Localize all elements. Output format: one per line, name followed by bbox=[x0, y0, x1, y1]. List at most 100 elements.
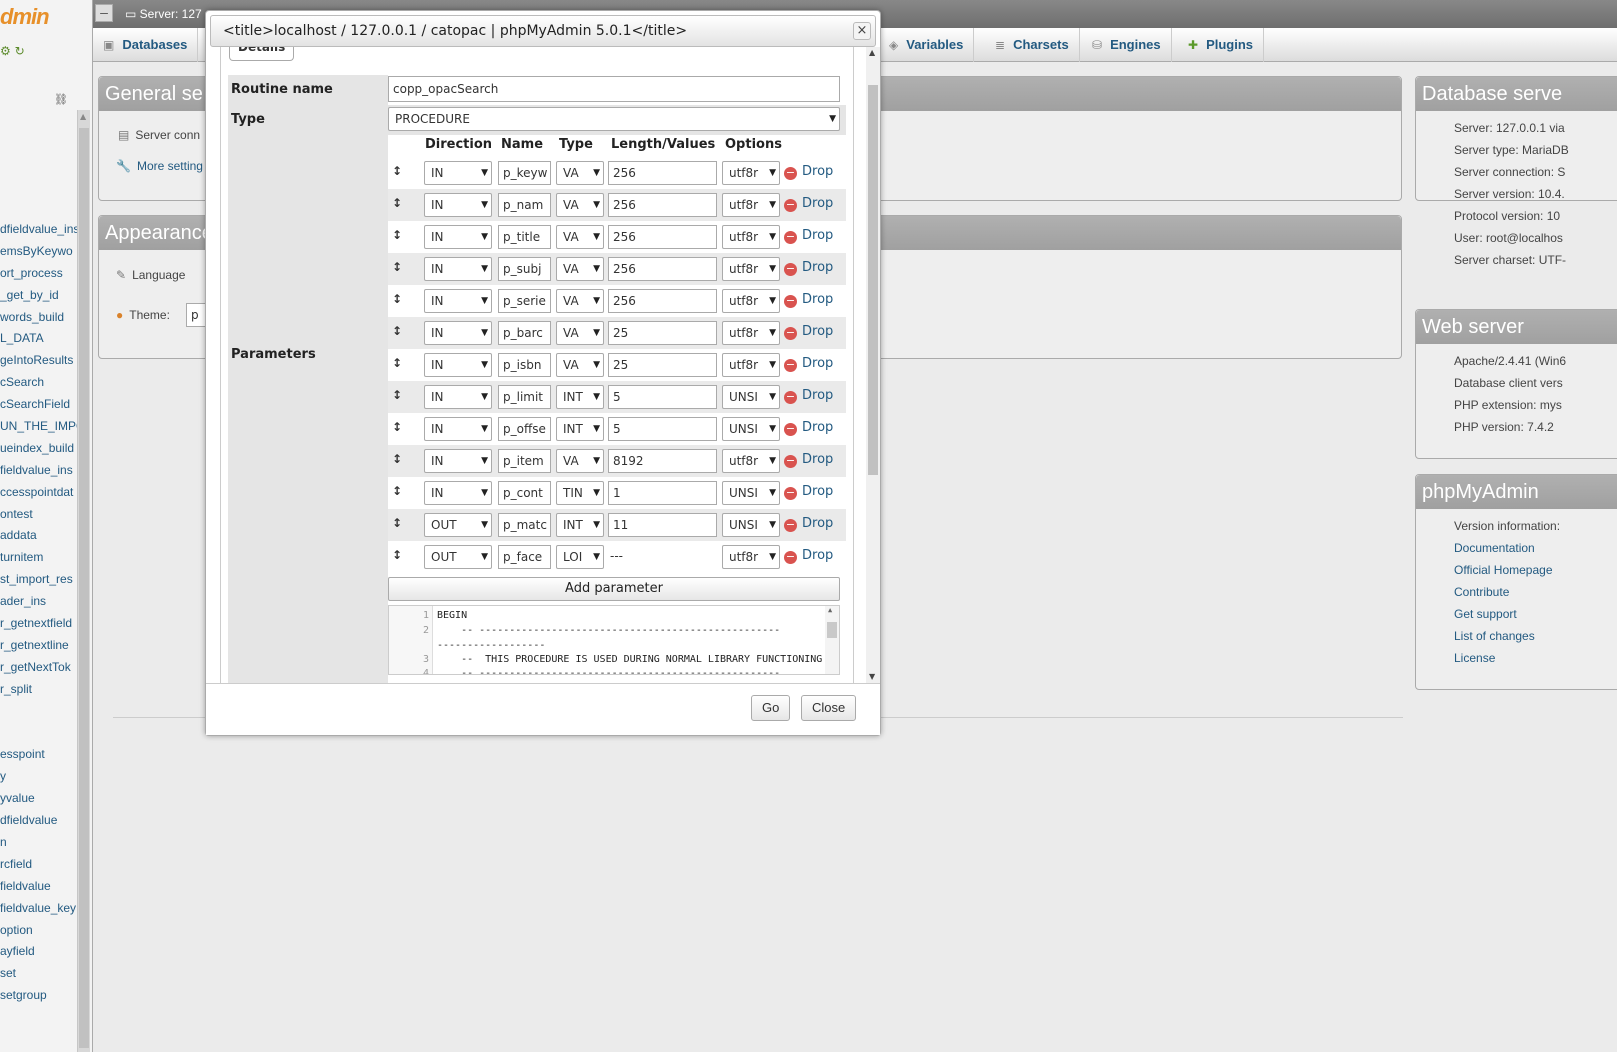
drop-param-link[interactable]: − Drop bbox=[784, 292, 833, 308]
nav-tree-item[interactable]: option bbox=[0, 920, 77, 942]
nav-tree-item[interactable]: geIntoResults bbox=[0, 350, 77, 372]
drag-handle-icon[interactable]: ↕ bbox=[392, 324, 402, 338]
nav-tree-item[interactable]: cSearch bbox=[0, 372, 77, 394]
nav-tree-item[interactable]: fieldvalue_key bbox=[0, 898, 77, 920]
drag-handle-icon[interactable]: ↕ bbox=[392, 420, 402, 434]
info-link[interactable]: Documentation bbox=[1454, 537, 1617, 559]
info-link[interactable]: Contribute bbox=[1454, 581, 1617, 603]
scroll-up-icon[interactable]: ▲ bbox=[80, 112, 86, 121]
nav-tree-item[interactable]: ueindex_build bbox=[0, 438, 77, 460]
param-length-input[interactable]: 256 bbox=[608, 257, 717, 281]
drop-param-link[interactable]: − Drop bbox=[784, 484, 833, 500]
drop-param-link[interactable]: − Drop bbox=[784, 196, 833, 212]
collapse-icon[interactable]: – bbox=[95, 4, 113, 22]
param-name-input[interactable]: p_matc bbox=[498, 513, 551, 537]
param-direction-select[interactable]: IN ▼ bbox=[424, 225, 492, 249]
nav-tree-item[interactable]: dfieldvalue_ins bbox=[0, 219, 77, 241]
nav-tree-item[interactable]: st_import_res bbox=[0, 569, 77, 591]
param-direction-select[interactable]: OUT ▼ bbox=[424, 513, 492, 537]
drop-param-link[interactable]: − Drop bbox=[784, 452, 833, 468]
param-name-input[interactable]: p_cont bbox=[498, 481, 551, 505]
dialog-scrollbar[interactable]: ▲ ▼ bbox=[866, 47, 880, 683]
nav-tree-item[interactable]: r_getNextTok bbox=[0, 657, 77, 679]
routine-definition-editor[interactable]: 1 BEGIN 2 -- -----------------------------… bbox=[388, 605, 840, 675]
nav-tree-item[interactable]: ort_process bbox=[0, 263, 77, 285]
nav-tree-item[interactable]: ayfield bbox=[0, 941, 77, 963]
param-name-input[interactable]: p_isbn bbox=[498, 353, 551, 377]
param-options-select[interactable]: UNSI ▼ bbox=[722, 481, 780, 505]
param-name-input[interactable]: p_barc bbox=[498, 321, 551, 345]
nav-scrollbar[interactable]: ▲ bbox=[77, 110, 90, 1052]
param-direction-select[interactable]: IN ▼ bbox=[424, 289, 492, 313]
param-options-select[interactable]: utf8r ▼ bbox=[722, 161, 780, 185]
nav-tree-item[interactable]: emsByKeywo bbox=[0, 241, 77, 263]
tab-engines[interactable]: ⛁ Engines bbox=[1082, 28, 1172, 62]
param-length-input[interactable]: 256 bbox=[608, 193, 717, 217]
param-length-input[interactable]: 8192 bbox=[608, 449, 717, 473]
nav-tree-item[interactable]: fieldvalue bbox=[0, 876, 77, 898]
drop-param-link[interactable]: − Drop bbox=[784, 548, 833, 564]
breadcrumb-server[interactable]: ▭ Server: 127 bbox=[125, 7, 202, 21]
param-direction-select[interactable]: IN ▼ bbox=[424, 481, 492, 505]
param-options-select[interactable]: utf8r ▼ bbox=[722, 257, 780, 281]
param-name-input[interactable]: p_keyw bbox=[498, 161, 551, 185]
phpmyadmin-logo[interactable]: dmin bbox=[0, 4, 50, 30]
drop-param-link[interactable]: − Drop bbox=[784, 260, 833, 276]
param-direction-select[interactable]: IN ▼ bbox=[424, 257, 492, 281]
param-length-input[interactable]: 1 bbox=[608, 481, 717, 505]
param-length-input[interactable]: 25 bbox=[608, 353, 717, 377]
param-type-select[interactable]: VA ▼ bbox=[556, 193, 604, 217]
nav-tree-item[interactable]: L_DATA bbox=[0, 328, 77, 350]
drag-handle-icon[interactable]: ↕ bbox=[392, 388, 402, 402]
nav-tree-item[interactable]: dfieldvalue bbox=[0, 810, 77, 832]
scroll-up-icon[interactable]: ▲ bbox=[869, 48, 875, 57]
close-button[interactable]: Close bbox=[801, 695, 857, 721]
param-type-select[interactable]: VA ▼ bbox=[556, 257, 604, 281]
param-options-select[interactable]: UNSI ▼ bbox=[722, 513, 780, 537]
nav-tree-item[interactable]: _get_by_id bbox=[0, 285, 77, 307]
tab-charsets[interactable]: ≣ Charsets bbox=[985, 28, 1080, 62]
tab-databases[interactable]: ▣ Databases bbox=[93, 28, 199, 62]
tab-plugins[interactable]: ✚ Plugins bbox=[1178, 28, 1265, 62]
more-settings-row[interactable]: 🔧 More setting bbox=[116, 159, 203, 173]
tab-variables[interactable]: ◈ Variables bbox=[879, 28, 975, 62]
param-type-select[interactable]: VA ▼ bbox=[556, 161, 604, 185]
nav-tree-item[interactable]: ccesspointdat bbox=[0, 482, 77, 504]
drag-handle-icon[interactable]: ↕ bbox=[392, 484, 402, 498]
param-name-input[interactable]: p_item bbox=[498, 449, 551, 473]
param-name-input[interactable]: p_limit bbox=[498, 385, 551, 409]
scroll-down-icon[interactable]: ▼ bbox=[869, 672, 875, 681]
info-link[interactable]: List of changes bbox=[1454, 625, 1617, 647]
param-direction-select[interactable]: IN ▼ bbox=[424, 161, 492, 185]
param-options-select[interactable]: utf8r ▼ bbox=[722, 321, 780, 345]
param-type-select[interactable]: VA ▼ bbox=[556, 225, 604, 249]
nav-tree-item[interactable]: UN_THE_IMPO bbox=[0, 416, 77, 438]
nav-tree-item[interactable]: ader_ins bbox=[0, 591, 77, 613]
param-options-select[interactable]: utf8r ▼ bbox=[722, 353, 780, 377]
param-length-input[interactable]: 5 bbox=[608, 385, 717, 409]
param-direction-select[interactable]: IN ▼ bbox=[424, 417, 492, 441]
param-type-select[interactable]: VA ▼ bbox=[556, 289, 604, 313]
param-length-input[interactable]: 11 bbox=[608, 513, 717, 537]
param-direction-select[interactable]: OUT ▼ bbox=[424, 545, 492, 569]
info-link[interactable]: Official Homepage bbox=[1454, 559, 1617, 581]
add-parameter-button[interactable]: Add parameter bbox=[388, 577, 840, 601]
drop-param-link[interactable]: − Drop bbox=[784, 164, 833, 180]
dialog-titlebar[interactable]: <title>localhost / 127.0.0.1 / catopac |… bbox=[210, 15, 876, 47]
routine-name-input[interactable]: copp_opacSearch bbox=[388, 76, 840, 102]
param-name-input[interactable]: p_nam bbox=[498, 193, 551, 217]
nav-tree-item[interactable]: turnitem bbox=[0, 547, 77, 569]
more-settings-link[interactable]: More setting bbox=[137, 159, 203, 173]
drag-handle-icon[interactable]: ↕ bbox=[392, 228, 402, 242]
nav-tree-item[interactable]: r_getnextline bbox=[0, 635, 77, 657]
param-length-input[interactable]: 25 bbox=[608, 321, 717, 345]
param-options-select[interactable]: UNSI ▼ bbox=[722, 385, 780, 409]
drag-handle-icon[interactable]: ↕ bbox=[392, 516, 402, 530]
param-type-select[interactable]: VA ▼ bbox=[556, 353, 604, 377]
nav-tree-item[interactable]: r_getnextfield bbox=[0, 613, 77, 635]
editor-scrollbar[interactable]: ▲ bbox=[825, 606, 839, 674]
nav-tree-item[interactable]: words_build bbox=[0, 307, 77, 329]
param-length-input[interactable]: 256 bbox=[608, 225, 717, 249]
nav-tree-item[interactable]: set bbox=[0, 963, 77, 985]
drop-param-link[interactable]: − Drop bbox=[784, 420, 833, 436]
